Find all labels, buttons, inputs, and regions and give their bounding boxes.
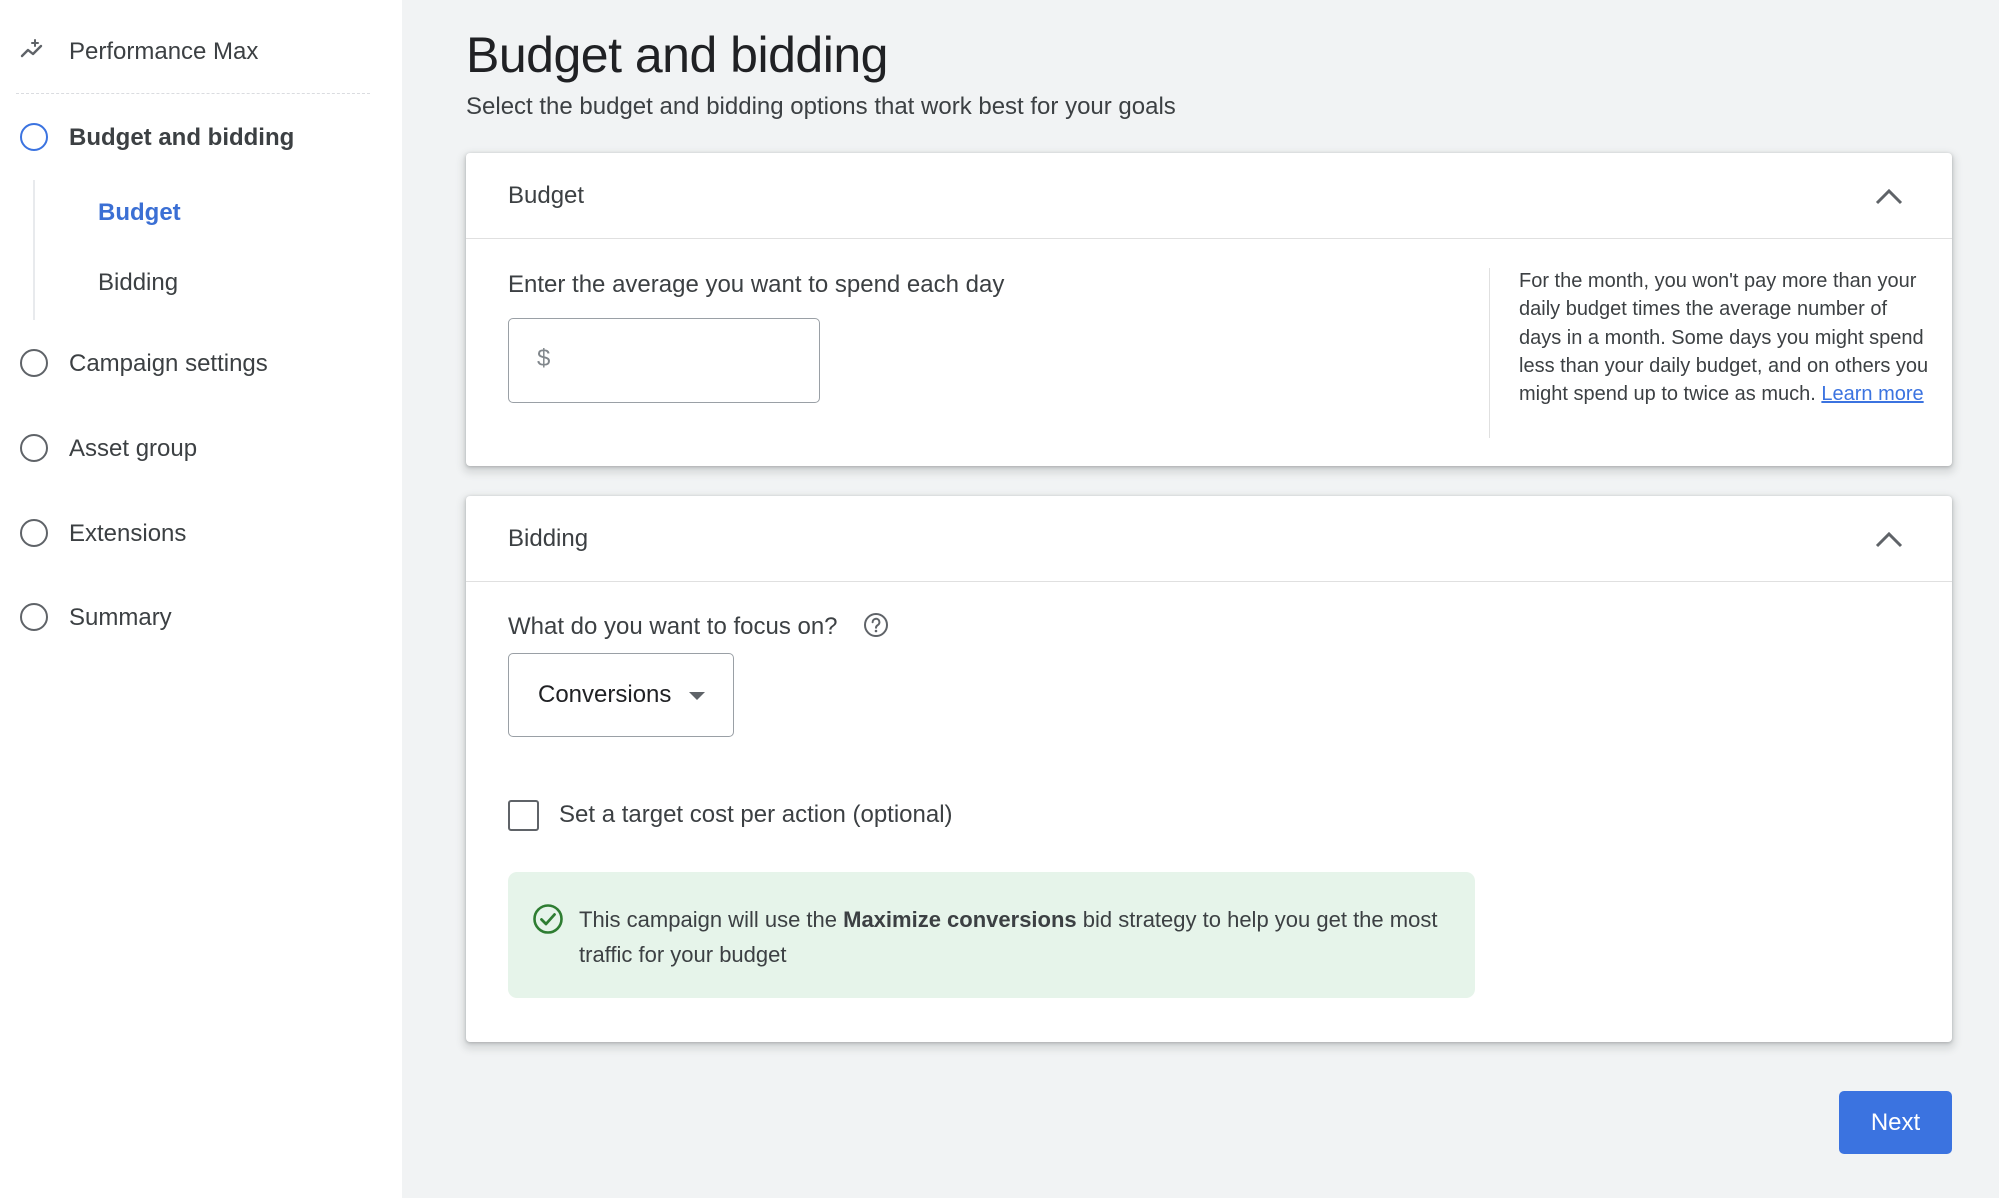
sidebar-step-budget-and-bidding[interactable]: Budget and bidding: [0, 112, 402, 162]
target-cpa-label: Set a target cost per action (optional): [559, 801, 953, 828]
sidebar-step-label: Extensions: [69, 520, 187, 547]
app-root: Performance Max Budget and bidding Budge…: [0, 0, 1999, 1198]
bid-strategy-prefix: This campaign will use the: [579, 907, 844, 932]
learn-more-link[interactable]: Learn more: [1821, 383, 1923, 405]
budget-card-title: Budget: [508, 182, 585, 209]
currency-prefix: $: [537, 345, 551, 372]
sidebar-step-campaign-settings[interactable]: Campaign settings: [0, 338, 402, 388]
daily-budget-label: Enter the average you want to spend each…: [508, 271, 1005, 298]
sidebar-step-asset-group[interactable]: Asset group: [0, 423, 402, 473]
daily-budget-field[interactable]: $: [508, 318, 820, 403]
focus-label: What do you want to focus on?: [508, 613, 838, 640]
budget-info-text: For the month, you won't pay more than y…: [1519, 267, 1929, 408]
sidebar-step-label: Summary: [69, 604, 172, 631]
bid-strategy-message: This campaign will use the Maximize conv…: [579, 902, 1439, 972]
sidebar-step-extensions[interactable]: Extensions: [0, 508, 402, 558]
daily-budget-input[interactable]: [561, 335, 801, 385]
sidebar-substep-bidding[interactable]: Bidding: [98, 269, 178, 297]
campaign-type-header: Performance Max: [0, 26, 402, 74]
chevron-up-icon[interactable]: [1872, 181, 1906, 211]
bidding-card-header[interactable]: Bidding: [466, 496, 1952, 582]
step-status-circle-icon: [20, 123, 48, 151]
budget-card-header[interactable]: Budget: [466, 153, 1952, 239]
sidebar-step-label: Campaign settings: [69, 350, 268, 377]
step-status-circle-icon: [20, 519, 48, 547]
target-cpa-checkbox[interactable]: [508, 800, 539, 831]
focus-dropdown[interactable]: Conversions: [508, 653, 734, 737]
dropdown-arrow-icon: [689, 692, 705, 700]
performance-max-trend-icon: [20, 39, 43, 58]
focus-dropdown-value: Conversions: [538, 681, 672, 708]
sidebar-substep-budget[interactable]: Budget: [98, 199, 181, 227]
bid-strategy-banner: This campaign will use the Maximize conv…: [508, 872, 1475, 998]
help-circle-icon[interactable]: [863, 612, 889, 638]
page-subtitle: Select the budget and bidding options th…: [466, 93, 1176, 120]
campaign-type-label: Performance Max: [69, 38, 259, 65]
sidebar-step-label: Asset group: [69, 435, 198, 462]
chevron-up-icon[interactable]: [1872, 524, 1906, 554]
budget-card: Budget Enter the average you want to spe…: [466, 153, 1952, 466]
step-status-circle-icon: [20, 434, 48, 462]
step-status-circle-icon: [20, 349, 48, 377]
bidding-card-title: Bidding: [508, 525, 589, 552]
substep-list: Budget Bidding: [33, 180, 393, 320]
sidebar-step-summary[interactable]: Summary: [0, 592, 402, 642]
sidebar-divider: [16, 93, 370, 94]
check-circle-icon: [533, 904, 563, 934]
page-title: Budget and bidding: [466, 27, 888, 83]
step-status-circle-icon: [20, 603, 48, 631]
next-button[interactable]: Next: [1839, 1091, 1952, 1154]
bidding-card: Bidding What do you want to focus on? Co…: [466, 496, 1952, 1042]
bid-strategy-name: Maximize conversions: [843, 907, 1077, 932]
sidebar-nav: Performance Max Budget and bidding Budge…: [0, 0, 402, 1198]
sidebar-step-label: Budget and bidding: [69, 124, 295, 151]
info-divider: [1489, 268, 1490, 438]
